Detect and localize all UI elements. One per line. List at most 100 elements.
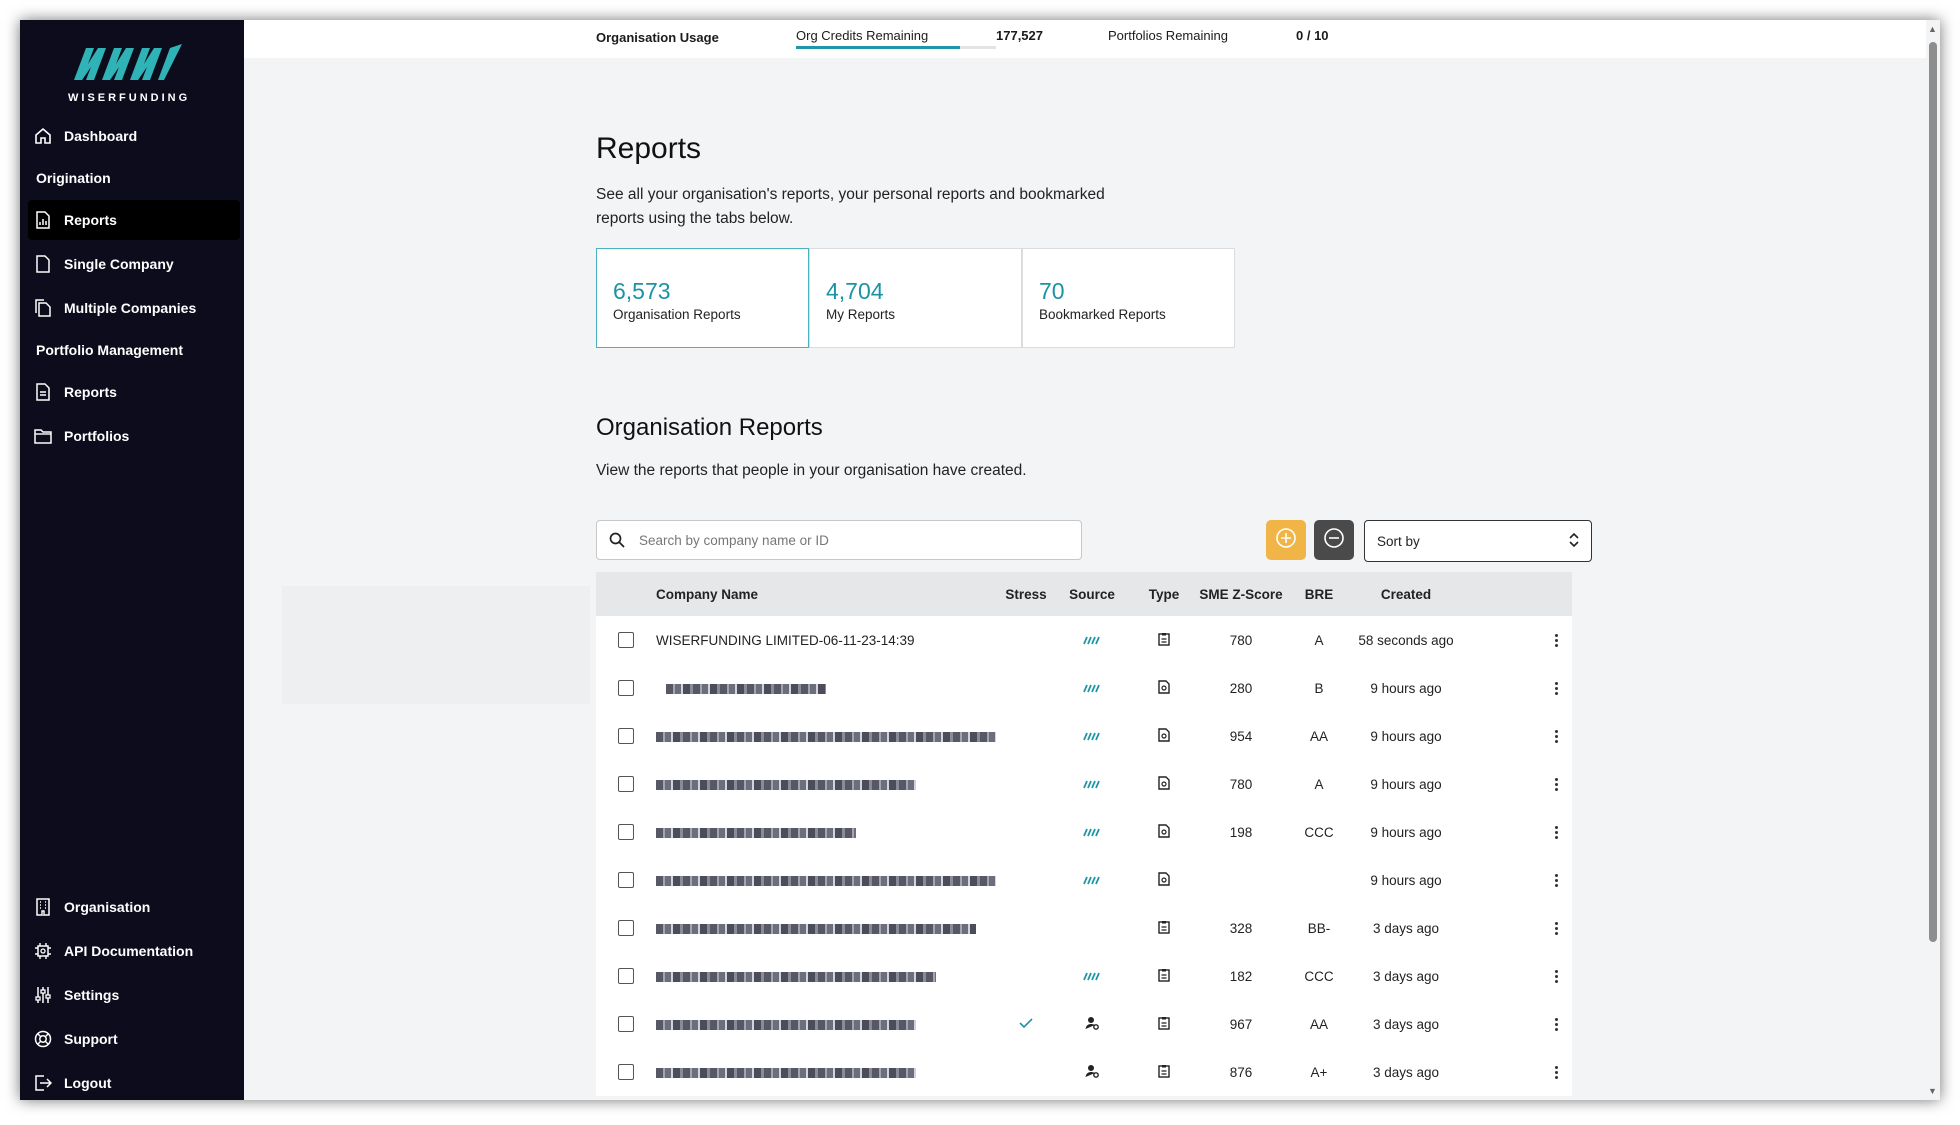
remove-button[interactable] [1314, 520, 1354, 560]
redacted-company-name [656, 779, 916, 790]
bre-cell: AA [1309, 728, 1328, 744]
table-row[interactable]: 876 A+ 3 days ago [596, 1048, 1572, 1096]
row-actions-cell [1458, 921, 1572, 935]
more-options-icon[interactable] [1555, 921, 1558, 935]
sidebar-item-single-company[interactable]: Single Company [28, 244, 240, 284]
home-icon [34, 127, 64, 145]
document-search-icon [1158, 871, 1170, 889]
table-row[interactable]: 280 B 9 hours ago [596, 664, 1572, 712]
table-row[interactable]: 967 AA 3 days ago [596, 1000, 1572, 1048]
header-zscore[interactable]: SME Z-Score [1198, 587, 1284, 602]
clipboard-icon [1158, 1064, 1170, 1081]
more-options-icon[interactable] [1555, 681, 1558, 695]
header-created[interactable]: Created [1354, 587, 1458, 602]
search-icon [597, 532, 637, 548]
tab-organisation-reports[interactable]: 6,573 Organisation Reports [596, 248, 809, 348]
company-name-cell[interactable] [656, 969, 998, 984]
sidebar-item-api-documentation[interactable]: API Documentation [28, 931, 240, 971]
table-row[interactable]: WISERFUNDING LIMITED-06-11-23-14:39 780 A 5… [596, 616, 1572, 664]
documents-icon [34, 299, 64, 317]
stress-cell [998, 1017, 1054, 1032]
row-checkbox[interactable] [618, 728, 634, 744]
more-options-icon[interactable] [1555, 729, 1558, 743]
document-search-icon [1158, 727, 1170, 745]
type-cell [1130, 968, 1198, 985]
scroll-down-icon[interactable]: ▼ [1928, 1086, 1937, 1096]
sidebar-item-support[interactable]: Support [28, 1019, 240, 1059]
company-name-cell[interactable] [656, 1065, 998, 1080]
redacted-company-name [656, 731, 996, 742]
zscore-cell: 328 [1229, 920, 1253, 936]
more-options-icon[interactable] [1555, 969, 1558, 983]
header-type[interactable]: Type [1130, 587, 1198, 602]
sidebar-item-multiple-companies[interactable]: Multiple Companies [28, 288, 240, 328]
scroll-up-icon[interactable]: ▲ [1928, 24, 1937, 34]
user-settings-icon [1085, 1016, 1099, 1033]
company-name-cell[interactable] [656, 825, 998, 840]
created-cell: 9 hours ago [1370, 872, 1442, 888]
table-row[interactable]: 780 A 9 hours ago [596, 760, 1572, 808]
table-row[interactable]: 198 CCC 9 hours ago [596, 808, 1572, 856]
created-cell: 58 seconds ago [1358, 632, 1454, 648]
row-checkbox[interactable] [618, 680, 634, 696]
header-source[interactable]: Source [1054, 587, 1130, 602]
row-checkbox[interactable] [618, 1064, 634, 1080]
company-name-cell[interactable]: WISERFUNDING LIMITED-06-11-23-14:39 [656, 633, 998, 648]
row-checkbox[interactable] [618, 824, 634, 840]
row-checkbox[interactable] [618, 1016, 634, 1032]
company-name-cell[interactable] [656, 873, 998, 888]
clipboard-icon [1158, 632, 1170, 649]
table-row[interactable]: 328 BB- 3 days ago [596, 904, 1572, 952]
company-name-cell[interactable] [656, 681, 998, 696]
header-company[interactable]: Company Name [656, 587, 998, 602]
sidebar-item-settings[interactable]: Settings [28, 975, 240, 1015]
company-name-cell[interactable] [656, 777, 998, 792]
table-row[interactable]: 182 CCC 3 days ago [596, 952, 1572, 1000]
bre-cell: B [1314, 680, 1324, 696]
tab-my-reports[interactable]: 4,704 My Reports [809, 248, 1022, 348]
header-stress[interactable]: Stress [998, 587, 1054, 602]
scrollbar[interactable]: ▲ ▼ [1926, 20, 1940, 1100]
sidebar-item-label: Multiple Companies [64, 300, 197, 316]
row-checkbox[interactable] [618, 968, 634, 984]
section-description: View the reports that people in your org… [596, 462, 1027, 479]
header-bre[interactable]: BRE [1284, 587, 1354, 602]
bre-cell: A [1314, 632, 1324, 648]
type-cell [1130, 920, 1198, 937]
table-row[interactable]: 954 AA 9 hours ago [596, 712, 1572, 760]
table-row[interactable]: 9 hours ago [596, 856, 1572, 904]
company-name-cell[interactable] [656, 921, 998, 936]
more-options-icon[interactable] [1555, 873, 1558, 887]
add-to-portfolio-button[interactable] [1266, 520, 1306, 560]
sidebar-item-dashboard[interactable]: Dashboard [28, 116, 240, 156]
row-actions-cell [1458, 825, 1572, 839]
logout-icon [34, 1074, 64, 1092]
row-checkbox[interactable] [618, 776, 634, 792]
company-name-cell[interactable] [656, 729, 998, 744]
more-options-icon[interactable] [1555, 825, 1558, 839]
company-name-cell[interactable] [656, 1017, 998, 1032]
row-actions-cell [1458, 681, 1572, 695]
sort-select[interactable]: Sort by [1364, 520, 1592, 562]
more-options-icon[interactable] [1555, 777, 1558, 791]
sidebar-item-logout[interactable]: Logout [28, 1063, 240, 1100]
more-options-icon[interactable] [1555, 633, 1558, 647]
sidebar-item-reports[interactable]: Reports [28, 200, 240, 240]
redacted-company-name [656, 875, 996, 886]
row-checkbox[interactable] [618, 632, 634, 648]
more-options-icon[interactable] [1555, 1065, 1558, 1079]
created-cell: 3 days ago [1372, 968, 1440, 984]
stat-label: My Reports [826, 307, 896, 322]
wiserfunding-logo[interactable]: WISERFUNDING [68, 40, 188, 118]
created-cell: 3 days ago [1372, 1016, 1440, 1032]
tab-bookmarked-reports[interactable]: 70 Bookmarked Reports [1022, 248, 1235, 348]
stat-value: 70 [1039, 278, 1065, 304]
row-checkbox[interactable] [618, 920, 634, 936]
search-input[interactable] [637, 531, 1061, 549]
row-checkbox[interactable] [618, 872, 634, 888]
scroll-thumb[interactable] [1929, 42, 1937, 942]
sidebar-item-portfolio-reports[interactable]: Reports [28, 372, 240, 412]
sidebar-item-portfolios[interactable]: Portfolios [28, 416, 240, 456]
sidebar-item-organisation[interactable]: Organisation [28, 887, 240, 927]
more-options-icon[interactable] [1555, 1017, 1558, 1031]
